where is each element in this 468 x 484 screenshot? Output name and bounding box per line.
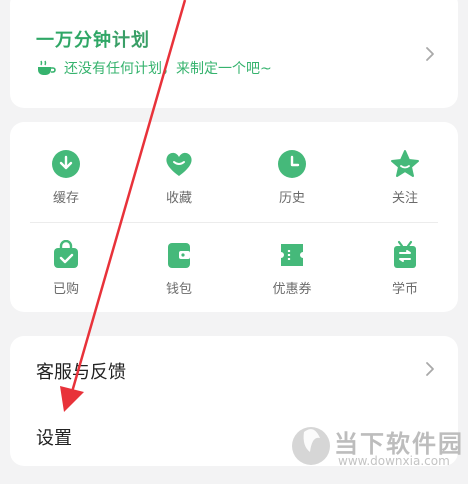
settings-label: 设置	[36, 428, 72, 449]
chevron-right-icon	[426, 362, 434, 376]
grid-divider	[30, 222, 438, 223]
grid-item-favorites[interactable]: 收藏	[134, 149, 224, 219]
purchased-bag-icon	[54, 240, 78, 268]
wallet-icon	[168, 243, 190, 268]
plan-title-suffix: 计划	[112, 30, 150, 51]
watermark: 当下软件园 www.downxia.com	[290, 420, 466, 480]
grid-item-label: 学币	[391, 282, 418, 297]
plan-title-main: 一万分钟	[36, 30, 112, 51]
grid-item-history[interactable]: 历史	[247, 149, 337, 219]
quick-actions-card: 缓存 收藏 历史 关注 已购 钱包 优惠券 学币	[10, 122, 458, 312]
grid-item-label: 已购	[52, 282, 79, 297]
plan-subtitle-text: 还没有任何计划，来制定一个吧~	[64, 61, 272, 77]
coffee-cup-icon	[36, 60, 56, 76]
grid-item-label: 关注	[391, 191, 418, 206]
grid-item-wallet[interactable]: 钱包	[134, 240, 224, 310]
grid-item-label: 优惠券	[272, 282, 312, 297]
watermark-url: www.downxia.com	[338, 454, 450, 468]
grid-item-purchased[interactable]: 已购	[21, 240, 111, 310]
star-icon	[391, 150, 419, 177]
grid-item-label: 钱包	[165, 282, 192, 297]
plan-card[interactable]: 一万分钟计划 还没有任何计划，来制定一个吧~	[10, 0, 458, 108]
grid-item-coupons[interactable]: 优惠券	[247, 240, 337, 310]
feedback-label: 客服与反馈	[36, 362, 126, 383]
heart-icon	[166, 152, 192, 176]
grid-item-label: 缓存	[52, 191, 79, 206]
download-cloud-icon	[52, 150, 80, 178]
plan-subtitle: 还没有任何计划，来制定一个吧~	[36, 58, 272, 78]
grid-item-coins[interactable]: 学币	[360, 240, 450, 310]
watermark-logo-icon	[292, 427, 330, 465]
plan-title: 一万分钟计划	[36, 26, 150, 52]
coin-gift-icon	[394, 240, 416, 268]
list-item-feedback[interactable]: 客服与反馈	[10, 336, 458, 402]
chevron-right-icon	[426, 47, 434, 61]
grid-item-following[interactable]: 关注	[360, 149, 450, 219]
coupon-icon	[281, 244, 303, 266]
grid-item-cache[interactable]: 缓存	[21, 149, 111, 219]
grid-item-label: 历史	[278, 191, 305, 206]
grid-item-label: 收藏	[165, 191, 192, 206]
clock-icon	[278, 150, 306, 178]
